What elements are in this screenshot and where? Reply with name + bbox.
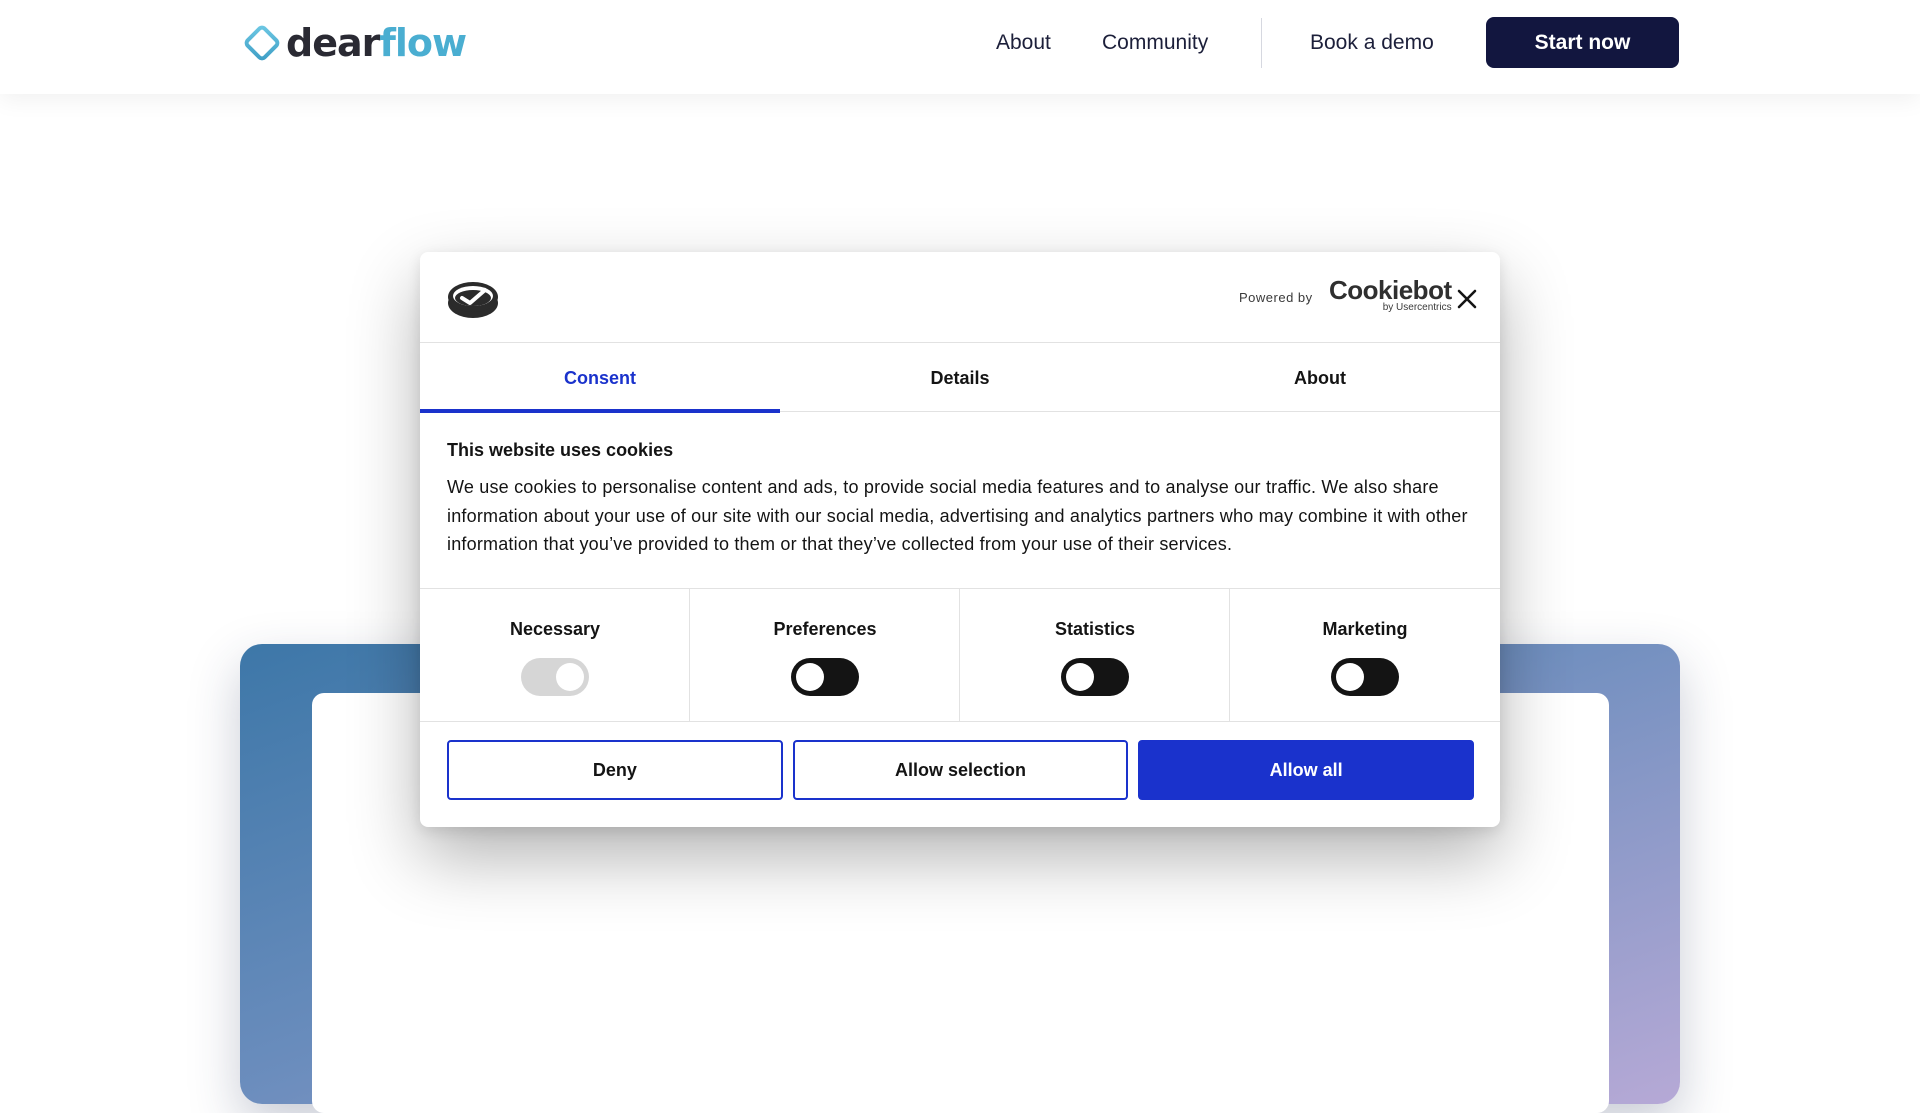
toggle-knob [1066, 663, 1094, 691]
nav-book-demo[interactable]: Book a demo [1310, 0, 1434, 86]
cookiebot-mark-icon [448, 282, 498, 318]
category-label: Preferences [773, 619, 877, 639]
toggle-knob [1336, 663, 1364, 691]
marketing-toggle[interactable] [1331, 658, 1399, 696]
dialog-description: We use cookies to personalise content an… [447, 477, 1468, 554]
allow-selection-button[interactable]: Allow selection [792, 740, 1129, 800]
close-icon [1457, 289, 1477, 309]
close-dialog-button[interactable] [1452, 284, 1482, 314]
nav-divider [1261, 18, 1262, 68]
toggle-knob [556, 663, 584, 691]
category-label: Marketing [1322, 619, 1408, 639]
tab-details[interactable]: Details [780, 344, 1140, 412]
nav-community[interactable]: Community [1102, 0, 1208, 86]
toggle-knob [796, 663, 824, 691]
category-label: Necessary [509, 619, 601, 639]
tab-about[interactable]: About [1140, 344, 1500, 412]
site-header: dearflow About Community Book a demo Sta… [0, 0, 1920, 94]
nav-about-link[interactable]: About [996, 31, 1051, 55]
start-now-button[interactable]: Start now [1486, 17, 1679, 68]
category-statistics: Statistics [960, 589, 1230, 722]
cookie-category-toggles: Necessary Preferences Statistics Marketi… [420, 588, 1500, 722]
dialog-actions: Deny Allow selection Allow all [447, 740, 1475, 800]
nav-about[interactable]: About [996, 0, 1051, 86]
category-preferences: Preferences [690, 589, 960, 722]
category-necessary: Necessary [420, 589, 690, 722]
logo-wordmark: dearflow [286, 21, 467, 65]
logo-flow: flow [379, 21, 467, 65]
category-label: Statistics [1054, 619, 1136, 639]
dialog-tabs: Consent Details About [420, 344, 1500, 413]
diamond-logo-icon [244, 25, 280, 61]
necessary-toggle [521, 658, 589, 696]
cookie-consent-dialog: Powered by Cookiebot by Usercentrics Con… [420, 252, 1500, 827]
logo-dear: dear [286, 21, 380, 65]
deny-button[interactable]: Deny [447, 740, 783, 800]
nav-community-link[interactable]: Community [1102, 31, 1208, 55]
dearflow-logo[interactable]: dearflow [242, 21, 467, 65]
dialog-body: This website uses cookies We use cookies… [447, 440, 1477, 559]
tab-consent[interactable]: Consent [420, 344, 780, 413]
category-marketing: Marketing [1230, 589, 1500, 722]
powered-by-label: Powered by [1239, 290, 1313, 305]
cookiebot-brand-name: Cookiebot [1329, 275, 1452, 305]
allow-all-button[interactable]: Allow all [1138, 740, 1475, 800]
book-demo-link[interactable]: Book a demo [1310, 31, 1434, 55]
cookiebot-brand[interactable]: Cookiebot by Usercentrics [1329, 276, 1452, 313]
dialog-title: This website uses cookies [447, 440, 674, 460]
preferences-toggle[interactable] [791, 658, 859, 696]
statistics-toggle[interactable] [1061, 658, 1129, 696]
dialog-header: Powered by Cookiebot by Usercentrics [420, 252, 1500, 343]
